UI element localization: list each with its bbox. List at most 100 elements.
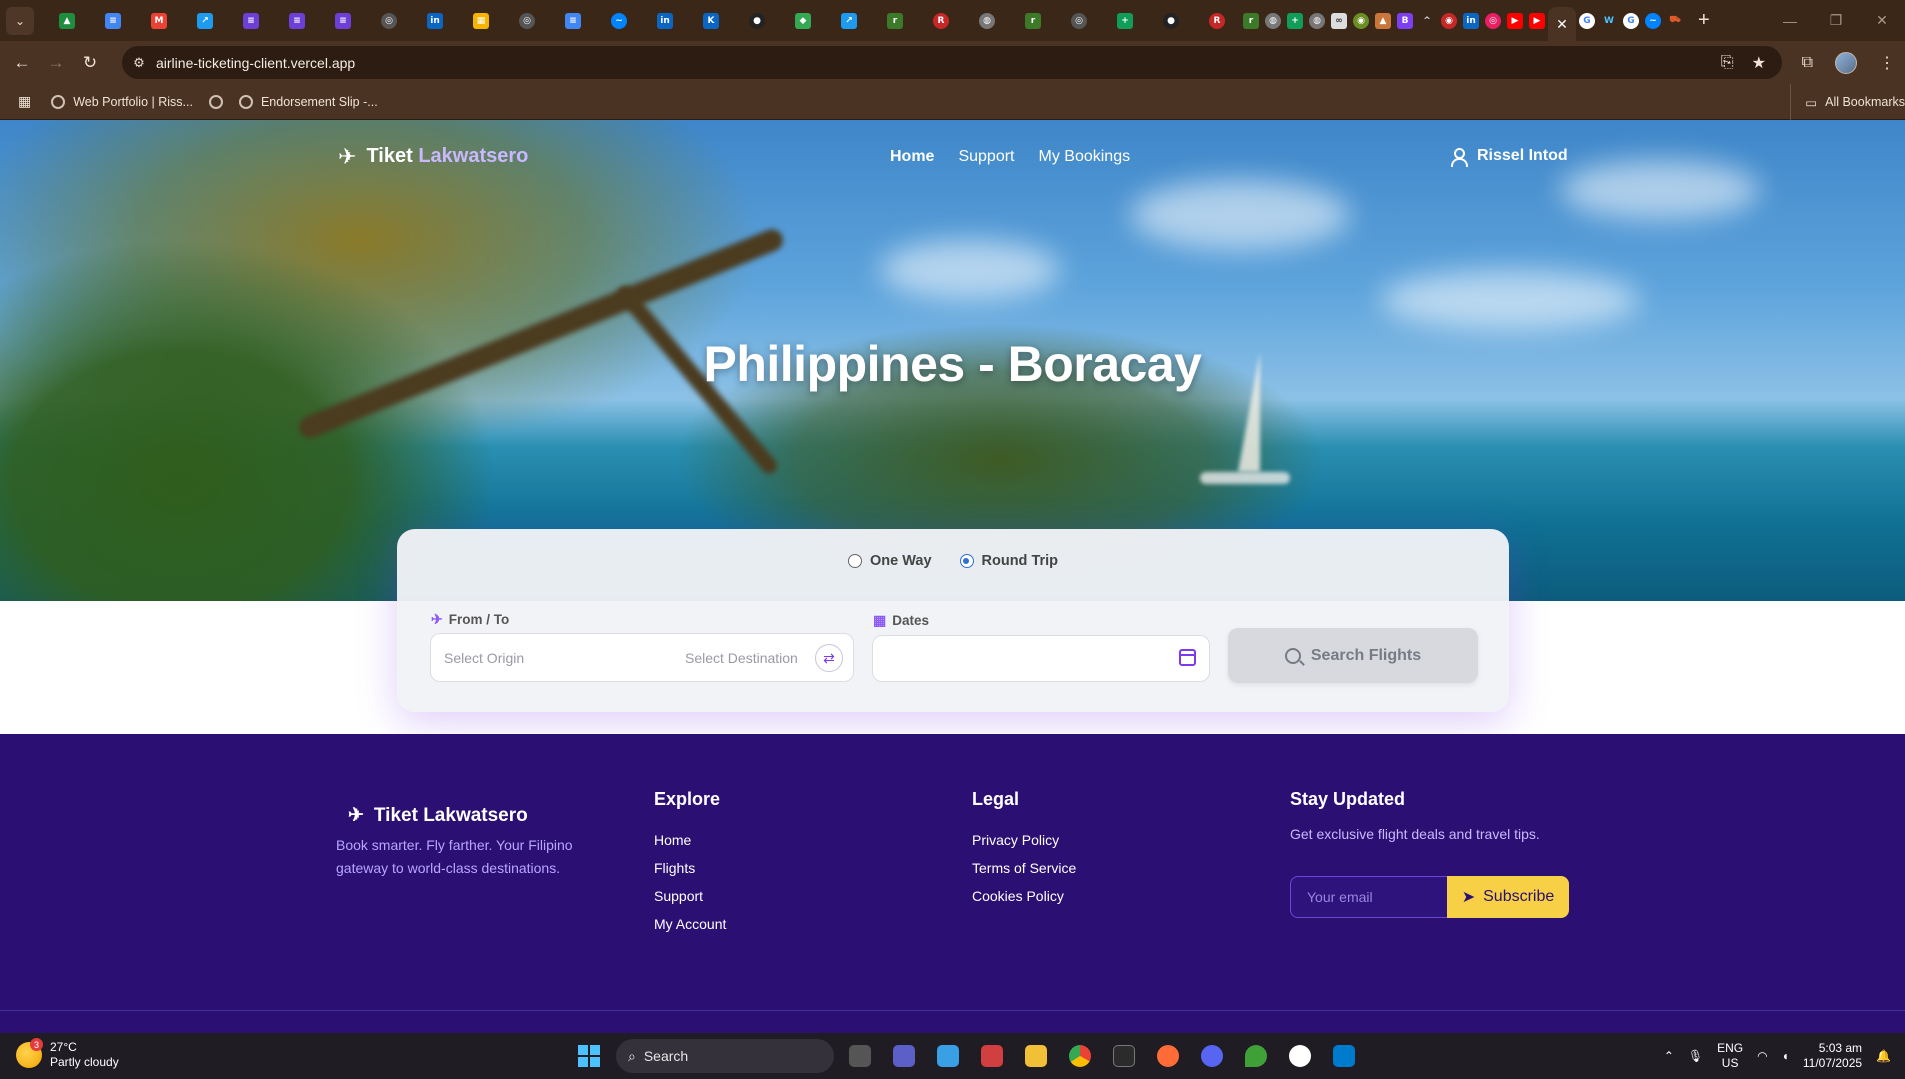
calendar-picker-icon[interactable] bbox=[1179, 649, 1196, 666]
tab[interactable]: ≡ bbox=[90, 0, 136, 41]
tab[interactable]: B bbox=[1394, 0, 1416, 41]
tab[interactable]: ∞ bbox=[1328, 0, 1350, 41]
footer-link-support[interactable]: Support bbox=[654, 882, 726, 910]
bookmark-item[interactable]: Endorsement Slip -... bbox=[238, 94, 378, 109]
forward-icon[interactable]: → bbox=[39, 46, 73, 80]
address-bar[interactable]: ⚙ airline-ticketing-client.vercel.app ⎘ … bbox=[122, 46, 1782, 79]
meet-icon[interactable] bbox=[886, 1037, 922, 1075]
menu-icon[interactable]: ⋮ bbox=[1879, 53, 1895, 73]
tab[interactable]: ≡ bbox=[550, 0, 596, 41]
tab[interactable]: in bbox=[412, 0, 458, 41]
tab[interactable]: R bbox=[1194, 0, 1240, 41]
tab[interactable]: W bbox=[1598, 0, 1620, 41]
tab[interactable]: ~ bbox=[596, 0, 642, 41]
tab[interactable]: G bbox=[1620, 0, 1642, 41]
round-trip-option[interactable]: Round Trip bbox=[959, 553, 1058, 569]
tab[interactable]: K bbox=[688, 0, 734, 41]
email-field[interactable]: Your email bbox=[1290, 876, 1447, 918]
tab[interactable]: ◉ bbox=[1350, 0, 1372, 41]
nav-home[interactable]: Home bbox=[890, 148, 934, 166]
dates-input[interactable] bbox=[872, 635, 1210, 682]
extensions-icon[interactable]: ⧉ bbox=[1802, 54, 1813, 72]
footer-link-my-account[interactable]: My Account bbox=[654, 910, 726, 938]
file-explorer-icon[interactable] bbox=[1018, 1037, 1054, 1075]
bookmark-star-icon[interactable]: ★ bbox=[1752, 53, 1766, 73]
active-tab-close-icon[interactable]: ✕ bbox=[1548, 7, 1576, 41]
notepad-icon[interactable] bbox=[930, 1037, 966, 1075]
tab[interactable]: ▶ bbox=[1526, 0, 1548, 41]
tab[interactable]: + bbox=[1102, 0, 1148, 41]
tab-search-button[interactable]: ⌄ bbox=[6, 6, 34, 35]
tab[interactable]: R bbox=[918, 0, 964, 41]
tab[interactable]: G bbox=[1576, 0, 1598, 41]
bookmark-item[interactable]: Web Portfolio | Riss... bbox=[51, 94, 193, 109]
tab[interactable]: ↗ bbox=[182, 0, 228, 41]
site-info-icon[interactable]: ⚙ bbox=[122, 55, 156, 71]
tab[interactable]: ◎ bbox=[1056, 0, 1102, 41]
tab[interactable]: ⛟ bbox=[1664, 0, 1686, 41]
tab[interactable]: ● bbox=[734, 0, 780, 41]
wifi-icon[interactable]: ◠ bbox=[1757, 1049, 1767, 1063]
tab[interactable]: ▲ bbox=[1372, 0, 1394, 41]
tab[interactable]: M bbox=[136, 0, 182, 41]
tab[interactable]: ◍ bbox=[1306, 0, 1328, 41]
start-button[interactable] bbox=[570, 1037, 608, 1075]
bookmark-item[interactable] bbox=[208, 94, 223, 109]
one-way-radio[interactable] bbox=[848, 554, 862, 568]
app-icon[interactable] bbox=[1282, 1037, 1318, 1075]
postman-icon[interactable] bbox=[1150, 1037, 1186, 1075]
footer-link-terms[interactable]: Terms of Service bbox=[972, 854, 1076, 882]
tab[interactable]: ≡ bbox=[228, 0, 274, 41]
reload-icon[interactable]: ↻ bbox=[73, 46, 107, 80]
tab[interactable]: r bbox=[872, 0, 918, 41]
tab[interactable]: ▦ bbox=[458, 0, 504, 41]
tab[interactable]: ▲ bbox=[44, 0, 90, 41]
tab[interactable]: ~ bbox=[1642, 0, 1664, 41]
chrome-icon[interactable] bbox=[1062, 1037, 1098, 1075]
site-logo[interactable]: ✈ Tiket Lakwatsero bbox=[338, 145, 528, 168]
install-app-icon[interactable]: ⎘ bbox=[1721, 54, 1734, 72]
destination-select[interactable]: Select Destination bbox=[685, 650, 798, 666]
tab[interactable]: ◍ bbox=[964, 0, 1010, 41]
round-trip-radio[interactable] bbox=[959, 554, 974, 568]
tab[interactable]: r bbox=[1010, 0, 1056, 41]
microphone-icon[interactable]: 🎙 bbox=[1688, 1049, 1703, 1063]
discord-icon[interactable] bbox=[1194, 1037, 1230, 1075]
user-menu[interactable]: Rissel Intod bbox=[1449, 147, 1568, 167]
language-indicator[interactable]: ENG US bbox=[1717, 1041, 1743, 1071]
apps-grid-icon[interactable]: ▦ bbox=[18, 93, 31, 110]
terminal-icon[interactable] bbox=[1106, 1037, 1142, 1075]
nav-support[interactable]: Support bbox=[958, 148, 1014, 166]
task-view-icon[interactable] bbox=[842, 1037, 878, 1075]
profile-avatar[interactable] bbox=[1835, 51, 1857, 74]
back-icon[interactable]: ← bbox=[5, 46, 39, 80]
snipping-tool-icon[interactable] bbox=[974, 1037, 1010, 1075]
tab[interactable]: ◎ bbox=[504, 0, 550, 41]
tab[interactable]: in bbox=[1460, 0, 1482, 41]
weather-widget[interactable]: 3 27°C Partly cloudy bbox=[16, 1038, 119, 1070]
new-tab-icon[interactable]: + bbox=[1698, 9, 1710, 32]
tab[interactable]: ◎ bbox=[1482, 0, 1504, 41]
footer-link-home[interactable]: Home bbox=[654, 826, 726, 854]
vscode-icon[interactable] bbox=[1326, 1037, 1362, 1075]
footer-logo[interactable]: ✈ Tiket Lakwatsero bbox=[348, 804, 528, 827]
clock[interactable]: 5:03 am 11/07/2025 bbox=[1803, 1041, 1862, 1071]
restore-icon[interactable]: ❐ bbox=[1813, 0, 1859, 41]
subscribe-button[interactable]: ➤ Subscribe bbox=[1447, 876, 1569, 918]
tab[interactable]: ↗ bbox=[826, 0, 872, 41]
url-text[interactable]: airline-ticketing-client.vercel.app bbox=[156, 55, 355, 71]
search-flights-button[interactable]: Search Flights bbox=[1228, 628, 1478, 683]
footer-link-cookies[interactable]: Cookies Policy bbox=[972, 882, 1076, 910]
notifications-icon[interactable]: 🔔 bbox=[1876, 1049, 1891, 1063]
tab[interactable]: r bbox=[1240, 0, 1262, 41]
tab[interactable]: ≡ bbox=[274, 0, 320, 41]
mongodb-icon[interactable] bbox=[1238, 1037, 1274, 1075]
tab[interactable]: ● bbox=[1148, 0, 1194, 41]
tab[interactable]: ◆ bbox=[780, 0, 826, 41]
all-bookmarks[interactable]: ▭ All Bookmarks bbox=[1790, 84, 1905, 120]
tab[interactable]: ◍ bbox=[1262, 0, 1284, 41]
tab[interactable]: ◎ bbox=[366, 0, 412, 41]
tab[interactable]: ◉ bbox=[1438, 0, 1460, 41]
footer-link-flights[interactable]: Flights bbox=[654, 854, 726, 882]
taskbar-search[interactable]: ⌕ Search bbox=[616, 1039, 834, 1073]
